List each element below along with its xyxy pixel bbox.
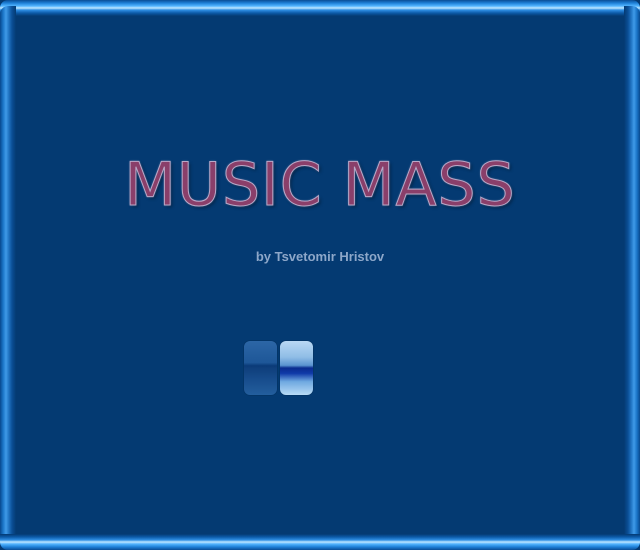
top-bezel [0, 0, 640, 16]
equalizer-column-1 [244, 341, 277, 395]
game-window: MUSIC MASS by Tsvetomir Hristov [0, 0, 640, 550]
equalizer-column-2 [280, 341, 313, 395]
bottom-bezel [0, 534, 640, 550]
splash-panel [14, 14, 626, 536]
right-bezel [624, 6, 640, 544]
author-credit: by Tsvetomir Hristov [255, 249, 385, 264]
game-title: MUSIC MASS [124, 150, 516, 221]
left-bezel [0, 6, 16, 544]
equalizer-icon [244, 341, 314, 395]
